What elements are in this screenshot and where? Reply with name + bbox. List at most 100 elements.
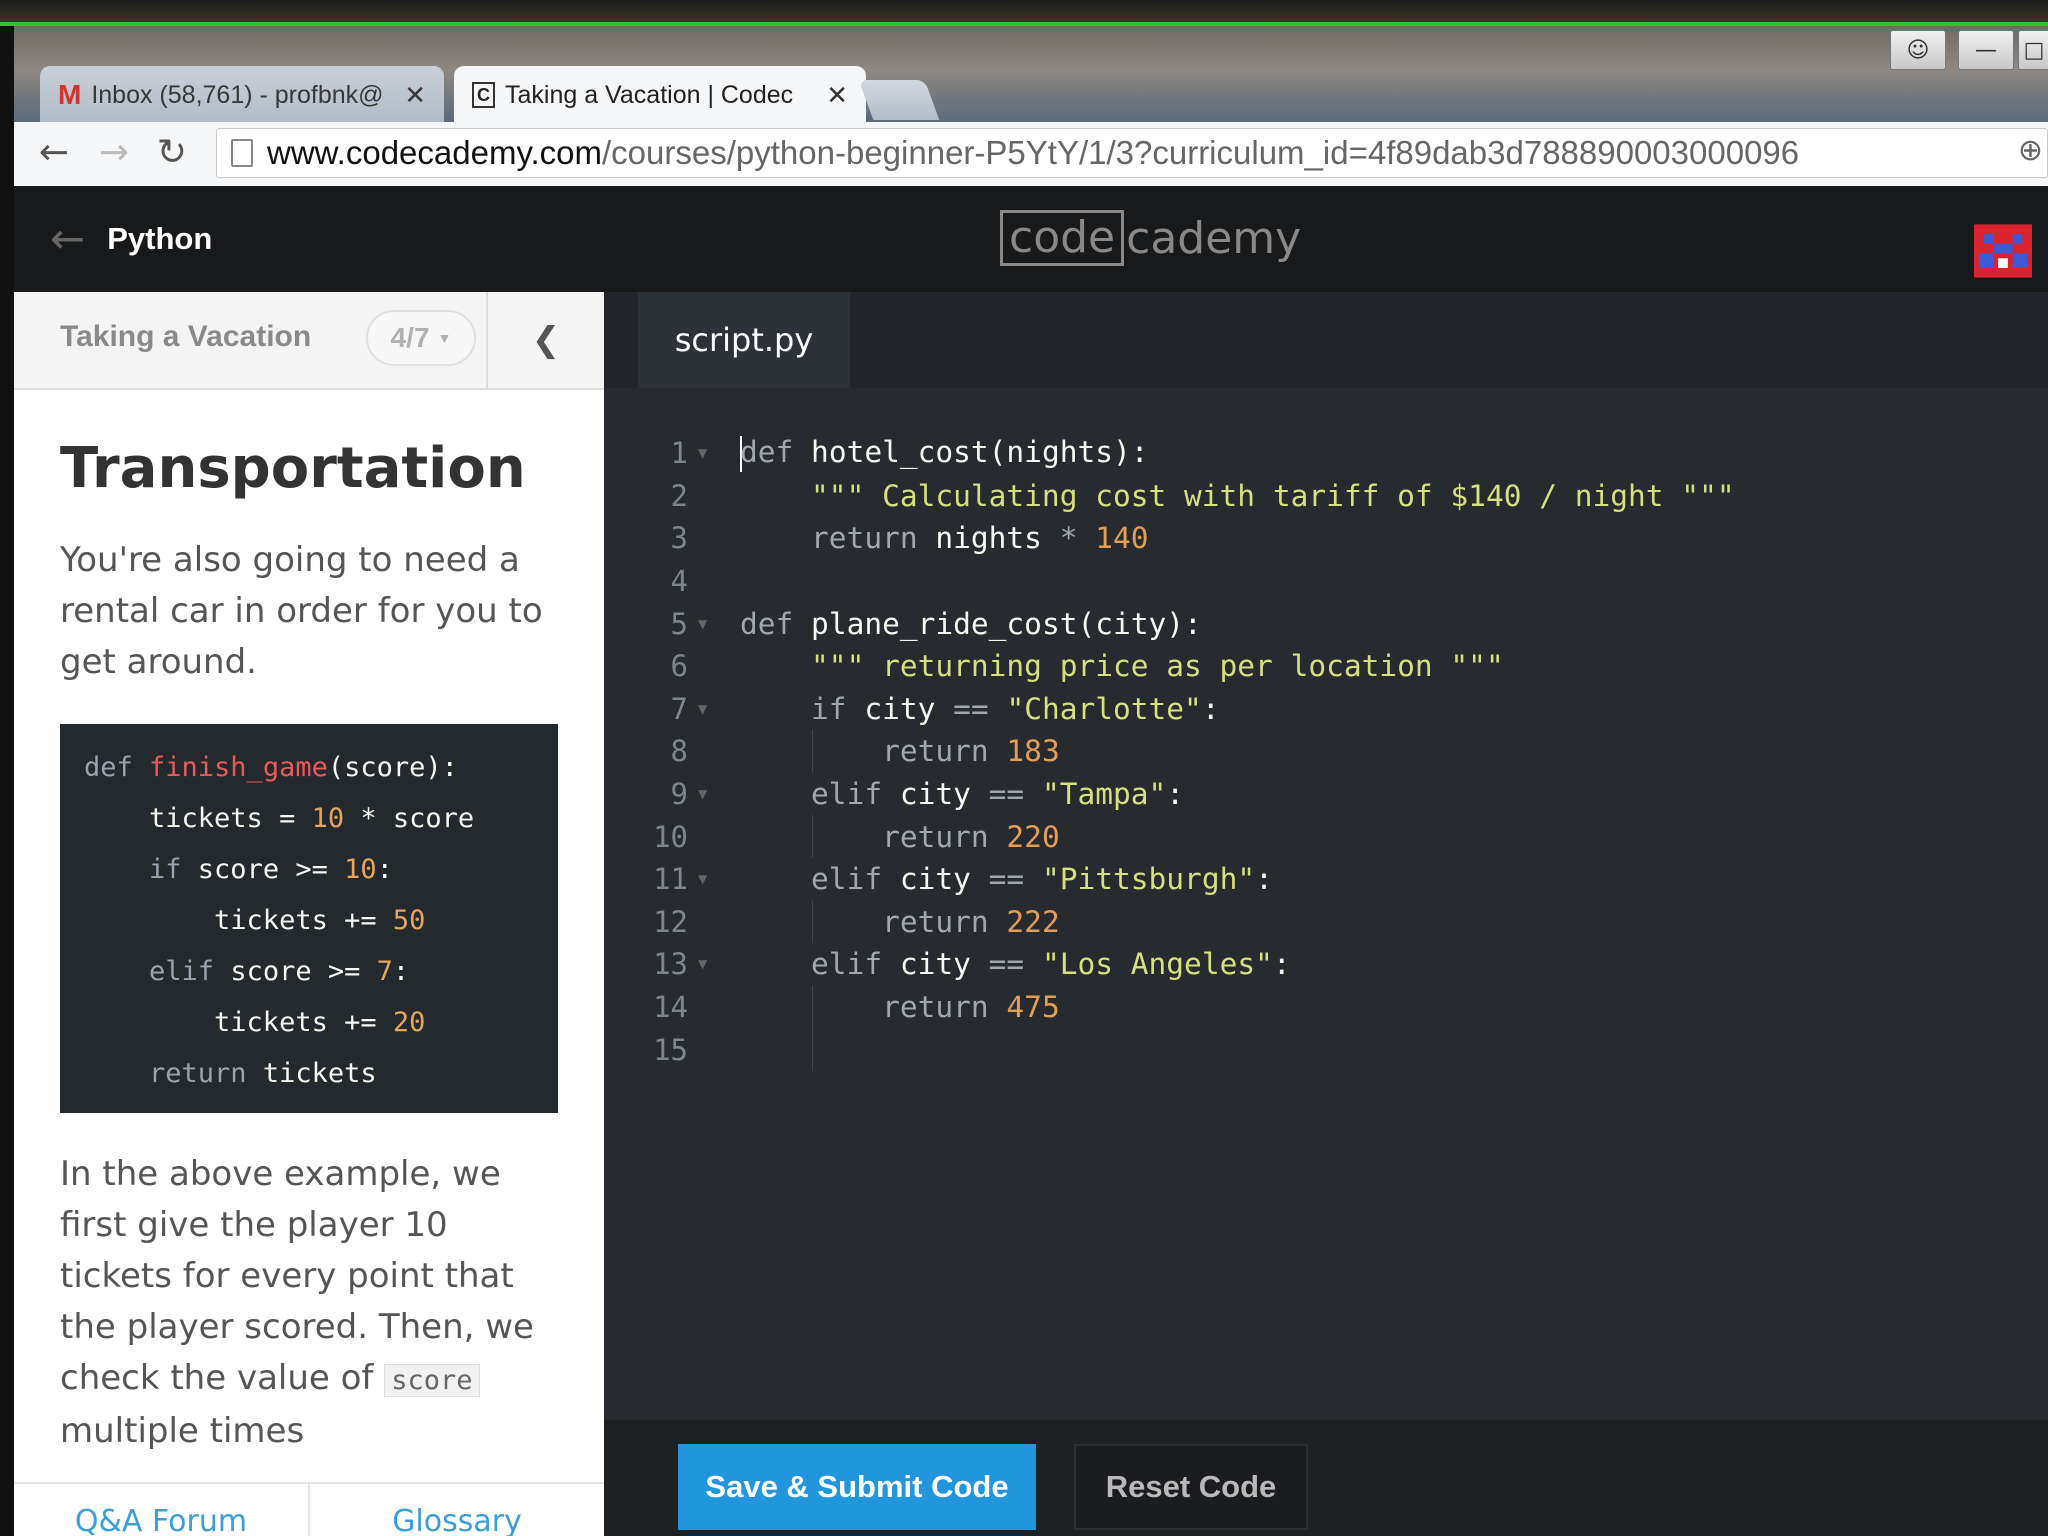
page-icon bbox=[231, 139, 253, 167]
lesson-nav: Taking a Vacation 4/7 ▼ ❮ bbox=[14, 292, 604, 390]
code-text: return nights * 140 bbox=[740, 521, 1149, 556]
tab-inbox[interactable]: M Inbox (58,761) - profbnk@ ✕ bbox=[40, 66, 444, 124]
close-tab-icon[interactable]: ✕ bbox=[826, 80, 848, 111]
back-arrow-icon[interactable]: ← bbox=[32, 130, 76, 174]
line-number: 7 bbox=[670, 691, 688, 726]
line-number: 8 bbox=[670, 734, 688, 769]
reload-icon[interactable]: ↻ bbox=[150, 130, 194, 174]
code-line[interactable]: 5 ▼ def plane_ride_cost(city): bbox=[604, 602, 2048, 645]
code-line[interactable]: 12 return 222 bbox=[604, 901, 2048, 944]
code-text: elif city == "Pittsburgh": bbox=[740, 862, 1273, 897]
example-code-line: if score >= 10: bbox=[84, 854, 393, 885]
example-code-block: def finish_game(score): tickets = 10 * s… bbox=[60, 724, 558, 1113]
line-number: 13 bbox=[653, 947, 688, 982]
line-number: 6 bbox=[670, 649, 688, 684]
tab-codecademy[interactable]: C Taking a Vacation | Codec ✕ bbox=[454, 66, 866, 124]
line-number: 11 bbox=[653, 862, 688, 897]
code-line[interactable]: 1 ▼ def hotel_cost(nights): bbox=[604, 432, 2048, 475]
lesson-heading: Transportation bbox=[60, 436, 526, 501]
indent-guide bbox=[812, 900, 813, 944]
code-text: elif city == "Tampa": bbox=[740, 777, 1185, 812]
profile-icon[interactable]: ☺ bbox=[1890, 30, 1946, 70]
code-line[interactable]: 9 ▼ elif city == "Tampa": bbox=[604, 773, 2048, 816]
lesson-footer: Q&A Forum Glossary bbox=[14, 1482, 604, 1536]
line-number: 3 bbox=[670, 521, 688, 556]
fold-arrow-icon[interactable]: ▼ bbox=[698, 872, 707, 886]
code-text: def plane_ride_cost(city): bbox=[740, 606, 1202, 641]
code-line[interactable]: 8 return 183 bbox=[604, 730, 2048, 773]
fold-arrow-icon[interactable]: ▼ bbox=[698, 957, 707, 971]
file-tab-script[interactable]: script.py bbox=[638, 292, 850, 388]
code-line[interactable]: 3 return nights * 140 bbox=[604, 517, 2048, 560]
editor-tab-bar: script.py bbox=[604, 292, 2048, 388]
code-line[interactable]: 15 bbox=[604, 1028, 2048, 1071]
code-line[interactable]: 2 """ Calculating cost with tariff of $1… bbox=[604, 475, 2048, 518]
editor-footer: Save & Submit Code Reset Code bbox=[604, 1420, 2048, 1536]
code-text: return 183 bbox=[740, 734, 1060, 769]
example-code-line: tickets += 50 bbox=[84, 905, 426, 936]
reset-code-button[interactable]: Reset Code bbox=[1074, 1444, 1308, 1530]
fold-arrow-icon[interactable]: ▼ bbox=[698, 446, 707, 460]
line-number: 15 bbox=[653, 1032, 688, 1067]
line-number: 9 bbox=[670, 777, 688, 812]
logo-cademy: cademy bbox=[1126, 212, 1302, 264]
code-editor-panel: script.py 1 ▼ def hotel_cost(nights): 2 """… bbox=[604, 292, 2048, 1536]
code-text: if city == "Charlotte": bbox=[740, 691, 1220, 726]
code-line[interactable]: 11 ▼ elif city == "Pittsburgh": bbox=[604, 858, 2048, 901]
browser-toolbar: ← → ↻ www.codecademy.com/courses/python-… bbox=[14, 122, 2048, 187]
lesson-intro: You're also going to need a rental car i… bbox=[60, 540, 543, 682]
maximize-icon[interactable]: □ bbox=[2018, 30, 2048, 70]
code-text: """ returning price as per location """ bbox=[740, 649, 1504, 684]
qa-forum-link[interactable]: Q&A Forum bbox=[14, 1484, 310, 1536]
example-code-line: tickets += 20 bbox=[84, 1007, 426, 1038]
lesson-content: Transportation You're also going to need… bbox=[60, 436, 570, 1493]
example-code-line: elif score >= 7: bbox=[84, 956, 410, 987]
example-code-line: def finish_game(score): bbox=[84, 752, 458, 783]
fold-arrow-icon[interactable]: ▼ bbox=[698, 787, 707, 801]
progress-text: 4/7 bbox=[390, 322, 430, 353]
code-line[interactable]: 6 """ returning price as per location ""… bbox=[604, 645, 2048, 688]
glossary-link[interactable]: Glossary bbox=[310, 1484, 604, 1536]
line-number: 5 bbox=[670, 606, 688, 641]
line-number: 1 bbox=[670, 436, 688, 471]
exercise-progress-dropdown[interactable]: 4/7 ▼ bbox=[366, 310, 476, 366]
user-avatar[interactable] bbox=[1974, 224, 2032, 278]
code-text: elif city == "Los Angeles": bbox=[740, 947, 1291, 982]
minimize-icon[interactable]: — bbox=[1958, 30, 2014, 70]
indent-guide bbox=[812, 1028, 813, 1071]
line-number: 4 bbox=[670, 564, 688, 599]
line-number: 2 bbox=[670, 478, 688, 513]
unit-title: Taking a Vacation bbox=[60, 320, 312, 353]
code-text: return 475 bbox=[740, 990, 1060, 1025]
code-editor[interactable]: 1 ▼ def hotel_cost(nights): 2 """ Calculati… bbox=[604, 432, 2048, 1071]
fold-arrow-icon[interactable]: ▼ bbox=[698, 617, 707, 631]
codecademy-favicon: C bbox=[472, 82, 495, 108]
save-submit-button[interactable]: Save & Submit Code bbox=[678, 1444, 1036, 1530]
fold-arrow-icon[interactable]: ▼ bbox=[698, 702, 707, 716]
url-text: www.codecademy.com/courses/python-beginn… bbox=[267, 134, 1800, 171]
inline-code: score bbox=[384, 1364, 480, 1397]
codecademy-logo[interactable]: code cademy bbox=[1000, 210, 1301, 266]
close-tab-icon[interactable]: ✕ bbox=[404, 80, 426, 111]
zoom-icon[interactable]: ⊕ bbox=[2018, 133, 2043, 168]
indent-guide bbox=[812, 985, 813, 1029]
code-line[interactable]: 4 bbox=[604, 560, 2048, 603]
chevron-down-icon: ▼ bbox=[437, 330, 452, 346]
line-number: 14 bbox=[653, 990, 688, 1025]
gmail-icon: M bbox=[58, 79, 82, 110]
tab-title: Taking a Vacation | Codec bbox=[505, 80, 794, 109]
code-line[interactable]: 10 return 220 bbox=[604, 815, 2048, 858]
logo-code: code bbox=[1000, 210, 1125, 266]
indent-guide bbox=[812, 815, 813, 858]
code-line[interactable]: 13 ▼ elif city == "Los Angeles": bbox=[604, 943, 2048, 986]
address-bar[interactable]: www.codecademy.com/courses/python-beginn… bbox=[216, 128, 2048, 178]
tab-title: Inbox (58,761) - profbnk@ bbox=[91, 80, 384, 109]
back-to-course-link[interactable]: ← Python bbox=[50, 214, 212, 263]
collapse-panel-button[interactable]: ❮ bbox=[486, 292, 604, 388]
code-text: return 222 bbox=[740, 904, 1060, 939]
new-tab-button[interactable] bbox=[858, 80, 940, 120]
code-line[interactable]: 14 return 475 bbox=[604, 986, 2048, 1029]
code-text: def hotel_cost(nights): bbox=[740, 435, 1149, 472]
code-line[interactable]: 7 ▼ if city == "Charlotte": bbox=[604, 688, 2048, 731]
forward-arrow-icon[interactable]: → bbox=[92, 130, 136, 174]
